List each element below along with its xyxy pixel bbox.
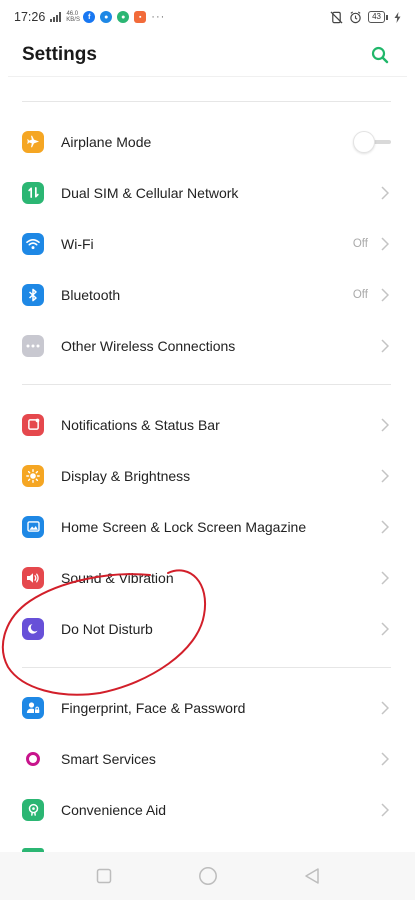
- navigation-bar: [0, 852, 415, 900]
- network-speed-unit: KB/S: [66, 17, 80, 23]
- recent-apps-button[interactable]: [93, 865, 115, 887]
- display-label: Display & Brightness: [61, 467, 191, 484]
- sun-icon: [22, 464, 44, 487]
- chevron-right-icon: [379, 751, 391, 767]
- settings-item-sound[interactable]: Sound & Vibration: [0, 552, 415, 603]
- wifi-icon: [22, 232, 44, 255]
- hand-icon: [22, 798, 44, 821]
- sim-icon: [22, 181, 44, 204]
- page-title: Settings: [22, 44, 97, 65]
- moon-icon: [22, 617, 44, 640]
- section-divider: [22, 101, 391, 102]
- settings-item-do-not-disturb[interactable]: Do Not Disturb: [0, 603, 415, 654]
- alarm-icon: [350, 10, 361, 23]
- vibrate-mute-icon: [330, 11, 343, 23]
- airplane-mode-toggle[interactable]: [353, 130, 391, 153]
- bluetooth-icon: [22, 283, 44, 306]
- dual-sim-label: Dual SIM & Cellular Network: [61, 184, 239, 201]
- user-lock-icon: [22, 696, 44, 719]
- more-icon: [22, 334, 44, 357]
- other-wireless-label: Other Wireless Connections: [61, 337, 236, 354]
- square-icon: [96, 868, 111, 884]
- line-app-icon: ●: [117, 11, 130, 23]
- section-divider: [22, 384, 391, 385]
- do-not-disturb-label: Do Not Disturb: [61, 620, 153, 637]
- settings-item-other-wireless[interactable]: Other Wireless Connections: [0, 320, 415, 371]
- chevron-right-icon: [379, 621, 391, 637]
- signal-icon: [50, 12, 62, 22]
- settings-item-fingerprint[interactable]: Fingerprint, Face & Password: [0, 682, 415, 733]
- airplane-icon: [22, 130, 44, 153]
- home-screen-label: Home Screen & Lock Screen Magazine: [61, 518, 307, 535]
- chevron-right-icon: [379, 802, 391, 818]
- home-button[interactable]: [197, 865, 219, 887]
- settings-item-dual-sim[interactable]: Dual SIM & Cellular Network: [0, 167, 415, 218]
- status-time: 17:26: [14, 10, 46, 24]
- fingerprint-label: Fingerprint, Face & Password: [61, 699, 246, 716]
- picture-icon: [22, 515, 44, 538]
- notification-icon: [22, 413, 44, 436]
- more-notifications-icon: ···: [151, 11, 166, 23]
- back-button[interactable]: [301, 865, 323, 887]
- section-divider: [22, 667, 391, 668]
- chevron-right-icon: [379, 287, 391, 303]
- chat-app-icon: ●: [100, 11, 113, 23]
- triangle-back-icon: [304, 868, 319, 884]
- settings-item-home-screen[interactable]: Home Screen & Lock Screen Magazine: [0, 501, 415, 552]
- wifi-label: Wi-Fi: [61, 235, 94, 252]
- settings-item-airplane-mode[interactable]: Airplane Mode: [0, 116, 415, 167]
- calendar-app-icon: ▪: [134, 11, 147, 23]
- convenience-aid-label: Convenience Aid: [61, 801, 167, 818]
- facebook-icon: f: [83, 11, 96, 23]
- battery-icon: 43: [368, 11, 388, 23]
- smart-services-label: Smart Services: [61, 750, 156, 767]
- ring-icon: [22, 747, 44, 770]
- status-left: 17:26 46.0 KB/S f ● ● ▪ ···: [14, 10, 165, 24]
- chevron-right-icon: [379, 236, 391, 252]
- chevron-right-icon: [379, 185, 391, 201]
- search-icon: [371, 46, 389, 64]
- bluetooth-status: Off: [352, 288, 368, 301]
- status-bar: 17:26 46.0 KB/S f ● ● ▪ ··· 43: [0, 0, 415, 34]
- chevron-right-icon: [379, 338, 391, 354]
- battery-level: 43: [368, 11, 385, 23]
- header: Settings: [0, 34, 415, 76]
- charging-icon: [394, 11, 401, 23]
- notifications-label: Notifications & Status Bar: [61, 416, 220, 433]
- airplane-mode-label: Airplane Mode: [61, 133, 152, 150]
- sound-label: Sound & Vibration: [61, 569, 174, 586]
- settings-item-wifi[interactable]: Wi-Fi Off: [0, 218, 415, 269]
- settings-item-smart-services[interactable]: Smart Services: [0, 733, 415, 784]
- wifi-status: Off: [352, 237, 368, 250]
- settings-item-notifications[interactable]: Notifications & Status Bar: [0, 399, 415, 450]
- speaker-icon: [22, 566, 44, 589]
- bluetooth-label: Bluetooth: [61, 286, 121, 303]
- chevron-right-icon: [379, 700, 391, 716]
- settings-item-display[interactable]: Display & Brightness: [0, 450, 415, 501]
- status-right: 43: [330, 10, 401, 24]
- chevron-right-icon: [379, 468, 391, 484]
- circle-icon: [198, 867, 217, 885]
- chevron-right-icon: [379, 519, 391, 535]
- header-divider: [8, 76, 407, 77]
- chevron-right-icon: [379, 417, 391, 433]
- search-button[interactable]: [367, 42, 393, 68]
- chevron-right-icon: [379, 570, 391, 586]
- network-speed: 46.0 KB/S: [66, 11, 80, 23]
- settings-item-convenience-aid[interactable]: Convenience Aid: [0, 784, 415, 835]
- settings-item-bluetooth[interactable]: Bluetooth Off: [0, 269, 415, 320]
